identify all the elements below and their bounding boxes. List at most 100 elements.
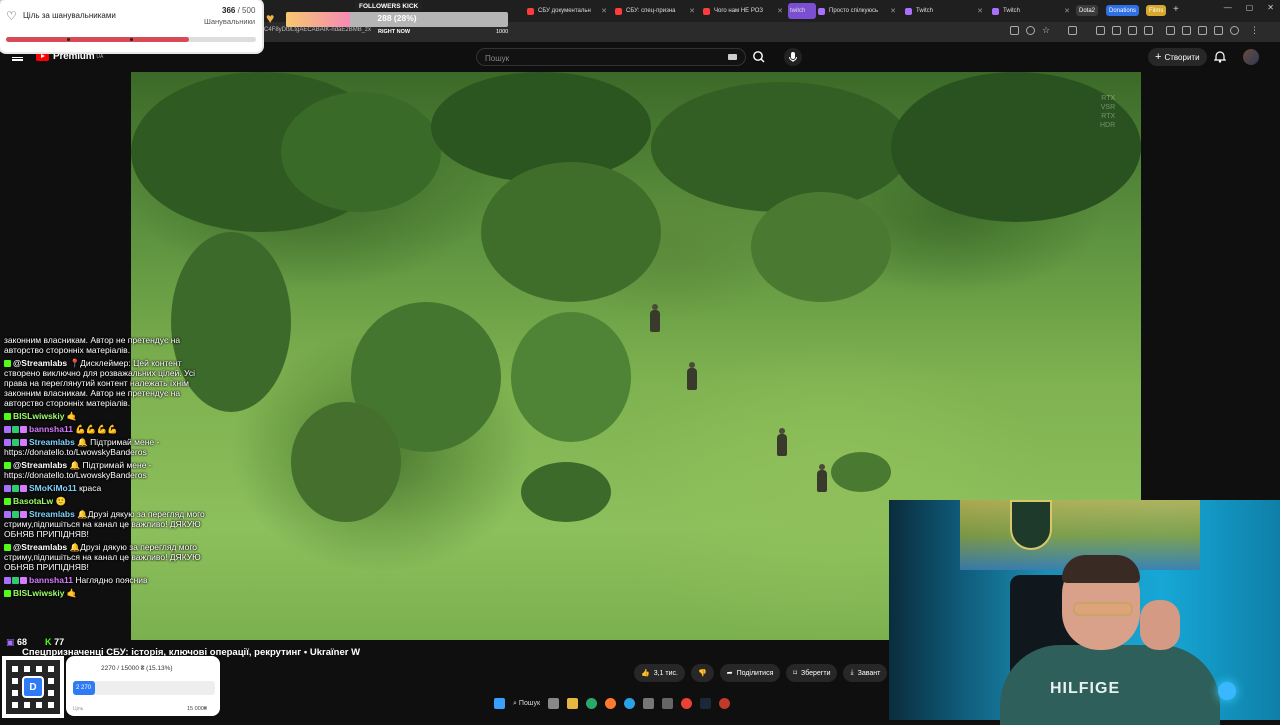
calculator-icon[interactable] bbox=[662, 698, 674, 709]
firefox-icon[interactable] bbox=[605, 698, 617, 709]
task-view-icon[interactable] bbox=[548, 698, 560, 709]
chat-message-text: 🤙 bbox=[66, 411, 78, 421]
browser-tab[interactable]: Twitch ✕ bbox=[992, 3, 1070, 19]
chat-message: BISLwiwskiy 🤙 bbox=[4, 411, 215, 421]
chat-username[interactable]: @Streamlabs bbox=[13, 542, 67, 552]
downloads-icon[interactable] bbox=[1198, 26, 1207, 35]
search-button[interactable] bbox=[750, 49, 768, 65]
shirt-logo-text: HILFIGE bbox=[1050, 680, 1121, 697]
kick-goal-max-label: 1000 bbox=[496, 29, 509, 35]
close-tab-icon[interactable]: ✕ bbox=[777, 7, 783, 15]
shrub bbox=[831, 452, 891, 492]
twitch-favicon-icon bbox=[905, 7, 912, 15]
goal-progress-fill bbox=[6, 37, 189, 42]
new-tab-icon[interactable]: + bbox=[1173, 4, 1179, 15]
account-avatar[interactable] bbox=[1243, 49, 1259, 65]
extension-icon[interactable] bbox=[1010, 26, 1019, 35]
incognito-icon[interactable] bbox=[1026, 26, 1035, 35]
profile-icon[interactable] bbox=[1230, 26, 1239, 35]
chat-username[interactable]: bannsha11 bbox=[29, 575, 73, 585]
maximize-icon[interactable]: ▢ bbox=[1246, 3, 1254, 12]
blue-lamp bbox=[1218, 682, 1236, 700]
file-explorer-icon[interactable] bbox=[567, 698, 579, 709]
tree-cluster bbox=[281, 92, 441, 212]
goal-count: 366 / 500 bbox=[222, 6, 256, 15]
share-button[interactable]: ➦ Поділитися bbox=[719, 664, 781, 682]
more-menu-icon[interactable]: ⋮ bbox=[1250, 25, 1259, 36]
extension-icon[interactable] bbox=[1096, 26, 1105, 35]
taskbar-search[interactable]: ⌕ Пошук bbox=[513, 700, 540, 708]
minimize-icon[interactable]: — bbox=[1224, 3, 1232, 12]
browser-tab[interactable]: Twitch ✕ bbox=[905, 3, 983, 19]
twitch-favicon-icon bbox=[992, 7, 999, 15]
chat-badges bbox=[4, 426, 27, 434]
steam-icon[interactable] bbox=[700, 698, 712, 709]
chat-message: Streamlabs 🔔 Підтримай мене - https://do… bbox=[4, 437, 215, 457]
chat-username[interactable]: @Streamlabs bbox=[13, 358, 67, 368]
tab-group-donations[interactable]: Donations bbox=[1106, 5, 1140, 16]
chrome-icon[interactable] bbox=[681, 698, 693, 709]
search-input[interactable] bbox=[483, 51, 727, 66]
goal-subtitle: Шанувальники bbox=[204, 17, 256, 26]
chat-username[interactable]: BISLwiwskiy bbox=[13, 588, 65, 598]
twitch-badge-icon bbox=[4, 426, 11, 434]
donation-goal-min-label: Ціль bbox=[73, 706, 84, 712]
close-tab-icon[interactable]: ✕ bbox=[977, 7, 983, 15]
url-text[interactable]: C4F8yDt9LtgAECABAIK-ndaE2BMB_zx bbox=[264, 27, 371, 33]
browser-tab[interactable]: Просто спілкуюсь ✕ bbox=[818, 3, 896, 19]
create-button[interactable]: + Створити bbox=[1148, 48, 1207, 66]
tree-cluster bbox=[511, 312, 631, 442]
browser-tab[interactable]: Чого нам НЕ РОЗ ✕ bbox=[703, 3, 783, 19]
chat-message: Streamlabs 🔔Друзі дякую за перегляд мого… bbox=[4, 509, 215, 539]
like-button[interactable]: 👍 3,1 тис. bbox=[634, 664, 685, 682]
voice-search-button[interactable] bbox=[784, 48, 802, 66]
browser-tab[interactable]: СБУ: спец-призна ✕ bbox=[615, 3, 695, 19]
chat-username[interactable]: @Streamlabs bbox=[13, 460, 67, 470]
chat-username[interactable]: Streamlabs bbox=[29, 437, 75, 447]
trash-icon[interactable] bbox=[1166, 26, 1175, 35]
browser-tab-group[interactable]: twitch bbox=[788, 3, 816, 19]
close-window-icon[interactable]: ✕ bbox=[1267, 3, 1274, 12]
extension-icon[interactable] bbox=[1128, 26, 1137, 35]
dislike-button[interactable]: 👎 bbox=[690, 664, 714, 682]
chat-username[interactable]: BasotaLw bbox=[13, 496, 53, 506]
heart-icon: ♥ bbox=[266, 10, 275, 26]
obs-icon[interactable] bbox=[719, 698, 731, 709]
extension-icon[interactable] bbox=[1182, 26, 1191, 35]
youtube-logo[interactable]: Premium UA bbox=[36, 51, 103, 62]
chat-message: bannsha11 💪💪💪💪 bbox=[4, 424, 215, 434]
extension-icon[interactable] bbox=[1144, 26, 1153, 35]
save-button[interactable]: ⌑ Зберегти bbox=[786, 664, 838, 682]
close-tab-icon[interactable]: ✕ bbox=[1064, 7, 1070, 15]
chat-username[interactable]: BISLwiwskiy bbox=[13, 411, 65, 421]
keyboard-icon[interactable] bbox=[728, 54, 737, 60]
chat-username[interactable]: bannsha11 bbox=[29, 424, 73, 434]
close-tab-icon[interactable]: ✕ bbox=[689, 7, 695, 15]
notifications-bell-icon[interactable] bbox=[1213, 50, 1227, 68]
chat-message: @Streamlabs 🔔Друзі дякую за перегляд мог… bbox=[4, 542, 215, 572]
share-icon: ➦ bbox=[726, 670, 733, 677]
browser-tab[interactable]: СБУ документальн ✕ bbox=[527, 3, 607, 19]
close-tab-icon[interactable]: ✕ bbox=[890, 7, 896, 15]
tab-group-dota2[interactable]: Dota2 bbox=[1076, 5, 1099, 16]
kick-badge-icon bbox=[4, 360, 11, 368]
chat-username[interactable]: SMoKiMo11 bbox=[29, 483, 77, 493]
bookmark-star-icon[interactable]: ☆ bbox=[1042, 25, 1050, 36]
windows-start-icon[interactable] bbox=[494, 698, 505, 709]
edge-browser-icon[interactable] bbox=[586, 698, 598, 709]
telegram-icon[interactable] bbox=[624, 698, 636, 709]
search-icon bbox=[753, 51, 765, 63]
download-button[interactable]: ⤓ Завант bbox=[843, 664, 888, 682]
extension-icon[interactable] bbox=[1214, 26, 1223, 35]
menu-hamburger-icon[interactable] bbox=[12, 52, 23, 61]
app-icon[interactable] bbox=[643, 698, 655, 709]
chat-username[interactable]: Streamlabs bbox=[29, 509, 75, 519]
glasses bbox=[1073, 602, 1133, 616]
twitch-favicon-icon bbox=[818, 7, 825, 15]
chat-message: законним власникам. Автор не претендує н… bbox=[4, 335, 215, 355]
close-tab-icon[interactable]: ✕ bbox=[601, 7, 607, 15]
extension-icon[interactable] bbox=[1112, 26, 1121, 35]
search-box bbox=[476, 48, 746, 66]
extensions-puzzle-icon[interactable] bbox=[1068, 26, 1077, 35]
tab-group-films[interactable]: Films bbox=[1146, 5, 1167, 16]
